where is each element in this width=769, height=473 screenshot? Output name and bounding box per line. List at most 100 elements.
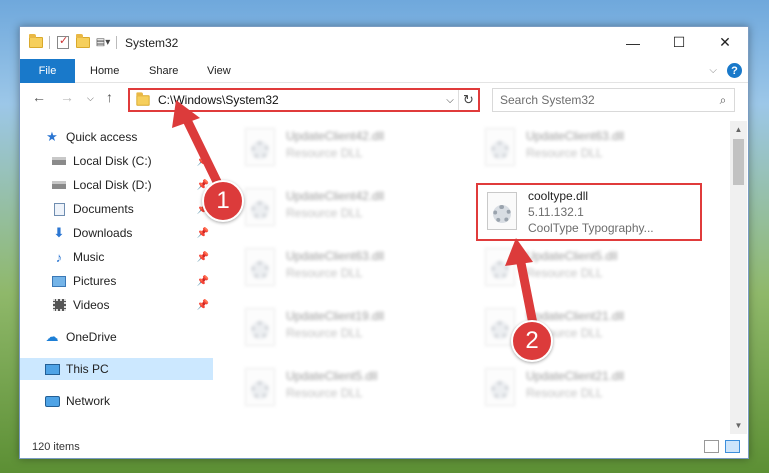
dll-file-icon bbox=[480, 127, 520, 167]
file-type: Resource DLL bbox=[526, 266, 603, 280]
large-icons-view-icon[interactable] bbox=[725, 440, 740, 453]
search-box[interactable]: ⌕ bbox=[492, 88, 735, 112]
drive-icon bbox=[51, 154, 67, 168]
file-type: Resource DLL bbox=[286, 266, 363, 280]
address-row: ← → ⌵ ↑ C:\Windows\System32 ⌵ ↻ ⌕ bbox=[20, 84, 748, 117]
new-folder-icon[interactable] bbox=[76, 34, 90, 50]
file-description: CoolType Typography... bbox=[528, 221, 654, 235]
forward-arrow-icon[interactable]: → bbox=[60, 89, 74, 105]
file-type: Resource DLL bbox=[286, 386, 363, 400]
nav-label: Music bbox=[73, 250, 105, 264]
tab-home[interactable]: Home bbox=[90, 59, 119, 83]
nav-label: OneDrive bbox=[66, 330, 117, 344]
properties-icon[interactable] bbox=[56, 34, 70, 50]
music-icon: ♪ bbox=[55, 249, 63, 265]
address-dropdown-icon[interactable]: ⌵ bbox=[442, 95, 458, 106]
nav-label: Documents bbox=[73, 202, 134, 216]
dll-file-icon bbox=[482, 191, 522, 231]
file-item[interactable]: UpdateClient19.dll Resource DLL bbox=[236, 305, 466, 351]
search-input[interactable] bbox=[500, 93, 712, 107]
ribbon: File Home Share View ⌵ ? bbox=[20, 58, 748, 83]
file-type: Resource DLL bbox=[286, 326, 363, 340]
tab-file[interactable]: File bbox=[20, 59, 75, 83]
file-item[interactable]: UpdateClient42.dll Resource DLL bbox=[236, 185, 466, 231]
computer-icon bbox=[44, 362, 60, 376]
details-view-icon[interactable] bbox=[704, 440, 719, 453]
customize-icon[interactable]: ▤▾ bbox=[96, 36, 110, 50]
file-name: UpdateClient21.dll bbox=[526, 369, 625, 383]
file-name: UpdateClient5.dll bbox=[286, 369, 378, 383]
explorer-window: ▤▾ System32 — ☐ ✕ File Home Share View ⌵… bbox=[19, 26, 749, 459]
dll-file-icon bbox=[480, 247, 520, 287]
file-name: cooltype.dll bbox=[528, 189, 589, 203]
cloud-icon: ☁ bbox=[45, 329, 59, 344]
pictures-icon bbox=[51, 274, 67, 288]
window-controls: — ☐ ✕ bbox=[610, 27, 748, 58]
file-type: Resource DLL bbox=[286, 146, 363, 160]
help-icon[interactable]: ? bbox=[727, 63, 742, 78]
folder-icon bbox=[29, 34, 43, 50]
file-item[interactable]: UpdateClient5.dll Resource DLL bbox=[476, 245, 706, 291]
vertical-scrollbar[interactable]: ▲ ▼ bbox=[730, 121, 747, 434]
nav-quick-access[interactable]: ★ Quick access bbox=[20, 126, 213, 148]
file-item[interactable]: UpdateClient63.dll Resource DLL bbox=[236, 245, 466, 291]
file-name: UpdateClient5.dll bbox=[526, 249, 618, 263]
nav-label: Pictures bbox=[73, 274, 117, 288]
downloads-icon: ⬇ bbox=[53, 225, 65, 240]
file-name: UpdateClient19.dll bbox=[286, 309, 385, 323]
pin-icon: 📌 bbox=[196, 251, 209, 263]
file-item-cooltype[interactable]: cooltype.dll 5.11.132.1 CoolType Typogra… bbox=[476, 183, 702, 241]
dll-file-icon bbox=[240, 367, 280, 407]
search-icon[interactable]: ⌕ bbox=[712, 93, 734, 108]
videos-icon bbox=[51, 298, 67, 312]
address-bar[interactable]: C:\Windows\System32 ⌵ ↻ bbox=[128, 88, 480, 112]
pin-icon: 📌 bbox=[196, 227, 209, 239]
nav-item-local-disk-c[interactable]: Local Disk (C:) 📌 bbox=[20, 150, 213, 172]
divider bbox=[116, 36, 117, 49]
pin-icon: 📌 bbox=[196, 275, 209, 287]
documents-icon bbox=[51, 202, 67, 216]
refresh-icon[interactable]: ↻ bbox=[458, 90, 478, 110]
tab-share[interactable]: Share bbox=[149, 59, 178, 83]
dll-file-icon bbox=[240, 187, 280, 227]
quick-access-toolbar: ▤▾ bbox=[29, 34, 117, 50]
scroll-thumb[interactable] bbox=[733, 139, 744, 185]
up-arrow-icon[interactable]: ↑ bbox=[106, 89, 113, 105]
nav-item-videos[interactable]: Videos 📌 bbox=[20, 294, 213, 316]
nav-item-downloads[interactable]: ⬇ Downloads 📌 bbox=[20, 222, 213, 244]
file-type: Resource DLL bbox=[526, 146, 603, 160]
file-item[interactable]: UpdateClient42.dll Resource DLL bbox=[236, 125, 466, 171]
recent-chevron-icon[interactable]: ⌵ bbox=[87, 93, 94, 104]
tab-view[interactable]: View bbox=[207, 59, 231, 83]
nav-item-documents[interactable]: Documents 📌 bbox=[20, 198, 213, 220]
scroll-down-icon[interactable]: ▼ bbox=[730, 417, 747, 434]
drive-icon bbox=[51, 178, 67, 192]
pin-icon: 📌 bbox=[196, 299, 209, 311]
nav-item-this-pc[interactable]: This PC bbox=[20, 358, 213, 380]
star-icon: ★ bbox=[46, 129, 58, 144]
file-name: UpdateClient42.dll bbox=[286, 129, 385, 143]
expand-ribbon-icon[interactable]: ⌵ bbox=[709, 65, 717, 76]
maximize-button[interactable]: ☐ bbox=[656, 27, 702, 58]
dll-file-icon bbox=[240, 307, 280, 347]
file-list: UpdateClient42.dll Resource DLL UpdateCli… bbox=[216, 121, 728, 434]
step-1-badge: 1 bbox=[202, 180, 244, 222]
scroll-up-icon[interactable]: ▲ bbox=[730, 121, 747, 138]
file-item[interactable]: UpdateClient63.dll Resource DLL bbox=[476, 125, 706, 171]
nav-item-local-disk-d[interactable]: Local Disk (D:) 📌 bbox=[20, 174, 213, 196]
file-item[interactable]: UpdateClient21.dll Resource DLL bbox=[476, 365, 706, 411]
nav-item-network[interactable]: Network bbox=[20, 390, 213, 412]
navigation-pane: ★ Quick access Local Disk (C:) 📌 Local D… bbox=[20, 121, 213, 434]
back-arrow-icon[interactable]: ← bbox=[32, 89, 46, 105]
nav-item-onedrive[interactable]: ☁ OneDrive bbox=[20, 326, 213, 348]
address-path[interactable]: C:\Windows\System32 bbox=[158, 93, 442, 107]
close-button[interactable]: ✕ bbox=[702, 27, 748, 58]
file-item[interactable]: UpdateClient5.dll Resource DLL bbox=[236, 365, 466, 411]
status-bar: 120 items bbox=[20, 435, 748, 459]
file-name: UpdateClient63.dll bbox=[286, 249, 385, 263]
step-2-badge: 2 bbox=[511, 320, 553, 362]
pin-icon: 📌 bbox=[196, 155, 209, 167]
minimize-button[interactable]: — bbox=[610, 27, 656, 58]
nav-item-pictures[interactable]: Pictures 📌 bbox=[20, 270, 213, 292]
nav-item-music[interactable]: ♪ Music 📌 bbox=[20, 246, 213, 268]
